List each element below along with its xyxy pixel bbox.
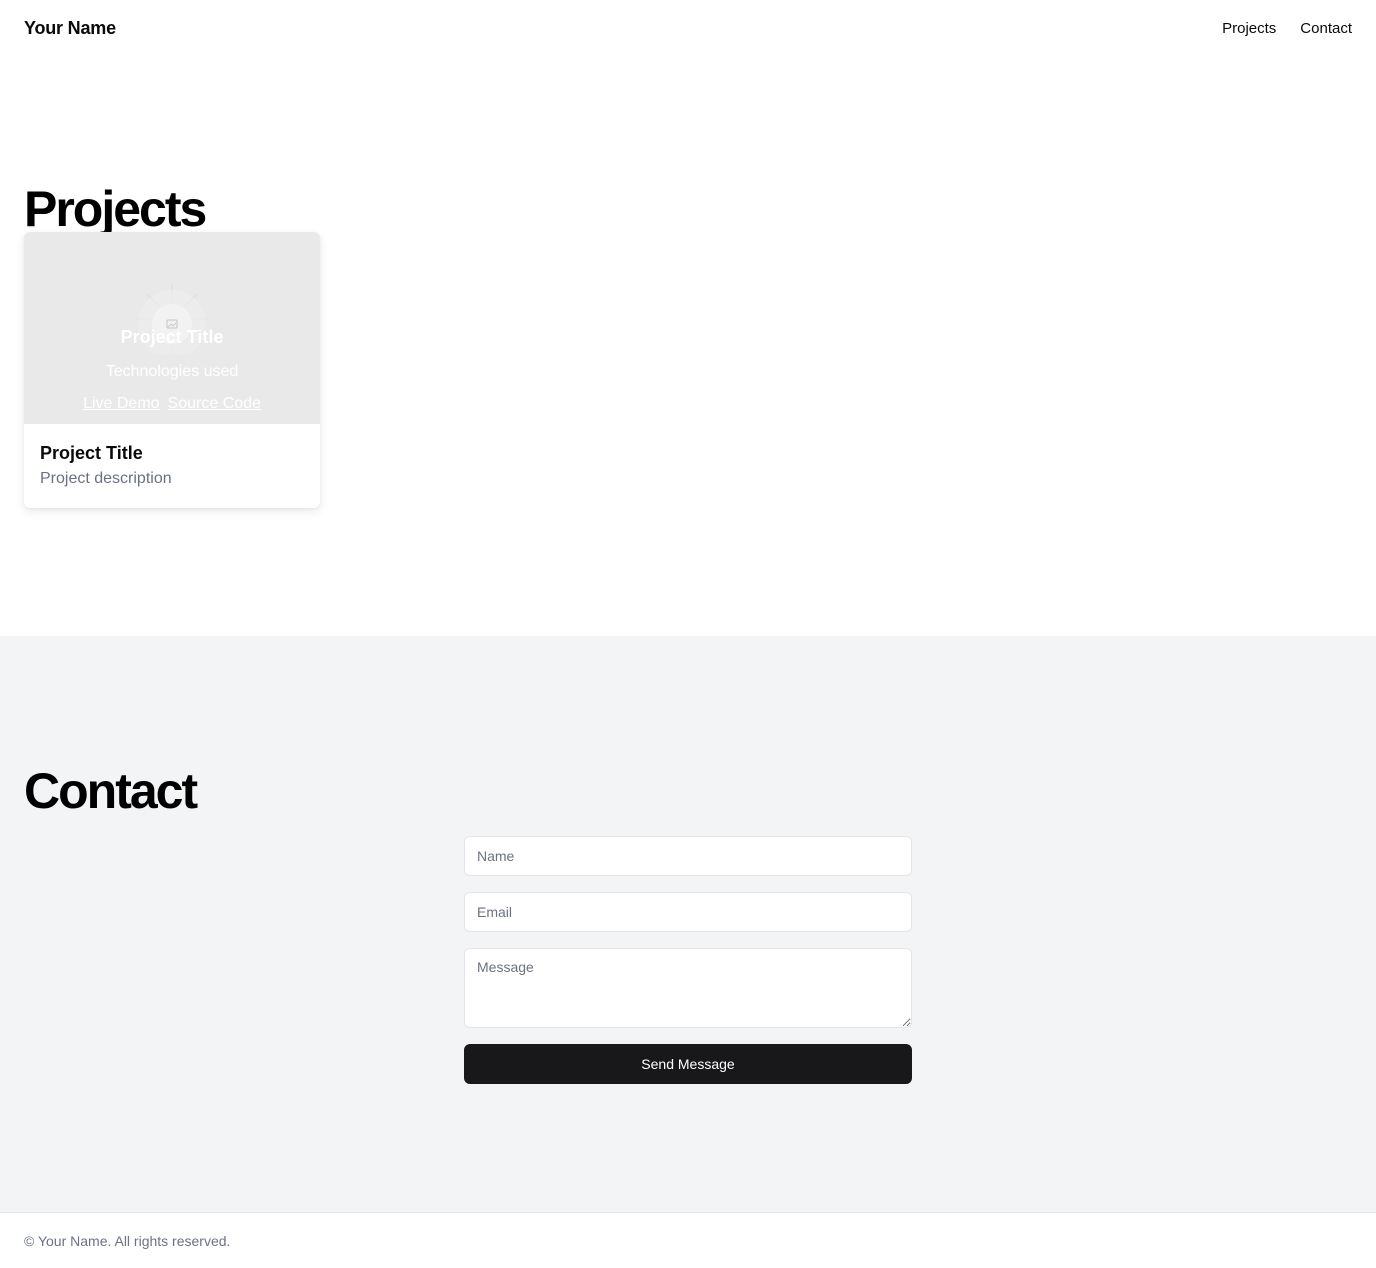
overlay-technologies: Technologies used xyxy=(105,363,239,380)
nav-link-projects[interactable]: Projects xyxy=(1222,20,1276,37)
nav-link-contact[interactable]: Contact xyxy=(1300,20,1352,37)
project-title: Project Title xyxy=(40,443,143,463)
site-header: Your Name Projects Contact xyxy=(0,0,1376,56)
overlay-links: Live Demo Source Code xyxy=(24,395,320,413)
projects-heading: Projects xyxy=(24,181,207,237)
project-card: Project Title Technologies used Live Dem… xyxy=(24,232,320,508)
contact-form: Send Message xyxy=(464,836,912,1084)
brand-logo[interactable]: Your Name xyxy=(24,18,116,39)
name-field[interactable] xyxy=(464,836,912,876)
project-card-body: Project Title Project description xyxy=(24,424,320,488)
project-description: Project description xyxy=(40,470,172,487)
message-field[interactable] xyxy=(464,948,912,1028)
copyright-text: © Your Name. All rights reserved. xyxy=(24,1232,231,1249)
email-field[interactable] xyxy=(464,892,912,932)
send-message-button[interactable]: Send Message xyxy=(464,1044,912,1084)
projects-section: Projects Project Title Technologies used… xyxy=(0,56,1376,636)
overlay-project-title: Project Title xyxy=(120,327,224,347)
live-demo-link[interactable]: Live Demo xyxy=(83,395,159,413)
project-image: Project Title Technologies used Live Dem… xyxy=(24,232,320,424)
contact-heading: Contact xyxy=(24,763,198,819)
site-footer: © Your Name. All rights reserved. xyxy=(0,1212,1376,1268)
main-nav: Projects Contact xyxy=(1222,20,1352,37)
source-code-link[interactable]: Source Code xyxy=(168,395,261,413)
contact-section: Contact Send Message xyxy=(0,636,1376,1212)
